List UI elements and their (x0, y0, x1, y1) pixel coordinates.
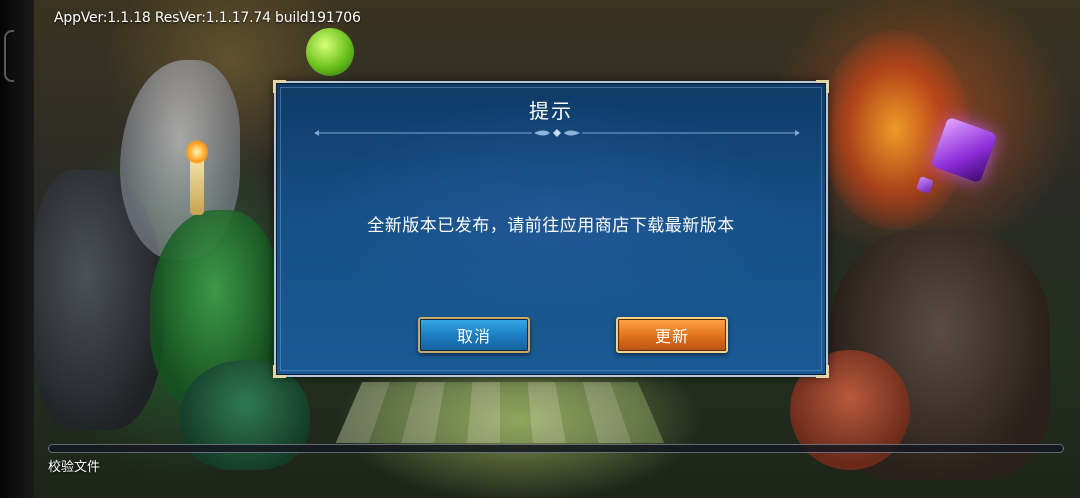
background-chessboard (335, 382, 665, 444)
dialog-title: 提示 (529, 99, 573, 123)
dialog-corner-ornament (273, 365, 286, 378)
dialog-message: 全新版本已发布，请前往应用商店下载最新版本 (367, 216, 735, 236)
loading-status-text: 校验文件 (48, 460, 101, 475)
title-divider-ornament (312, 128, 800, 137)
version-info: AppVer:1.1.18 ResVer:1.1.17.74 build1917… (54, 10, 361, 26)
dialog-corner-ornament (816, 365, 829, 378)
cancel-button[interactable]: 取消 (418, 317, 530, 353)
update-button-label: 更新 (654, 327, 689, 346)
background-green-orb (306, 28, 354, 76)
update-dialog: 提示 全新版本已发布，请前往应用商店下载最新版本 取消 更新 (273, 80, 829, 378)
game-launcher-screen: AppVer:1.1.18 ResVer:1.1.17.74 build1917… (0, 0, 1080, 498)
loading-progress-bar (48, 444, 1064, 453)
screen-left-bracket (4, 30, 14, 82)
update-button[interactable]: 更新 (616, 317, 728, 353)
background-candle-flame (186, 140, 208, 164)
dialog-corner-ornament (273, 80, 286, 93)
dialog-corner-ornament (816, 80, 829, 93)
cancel-button-label: 取消 (456, 327, 491, 346)
